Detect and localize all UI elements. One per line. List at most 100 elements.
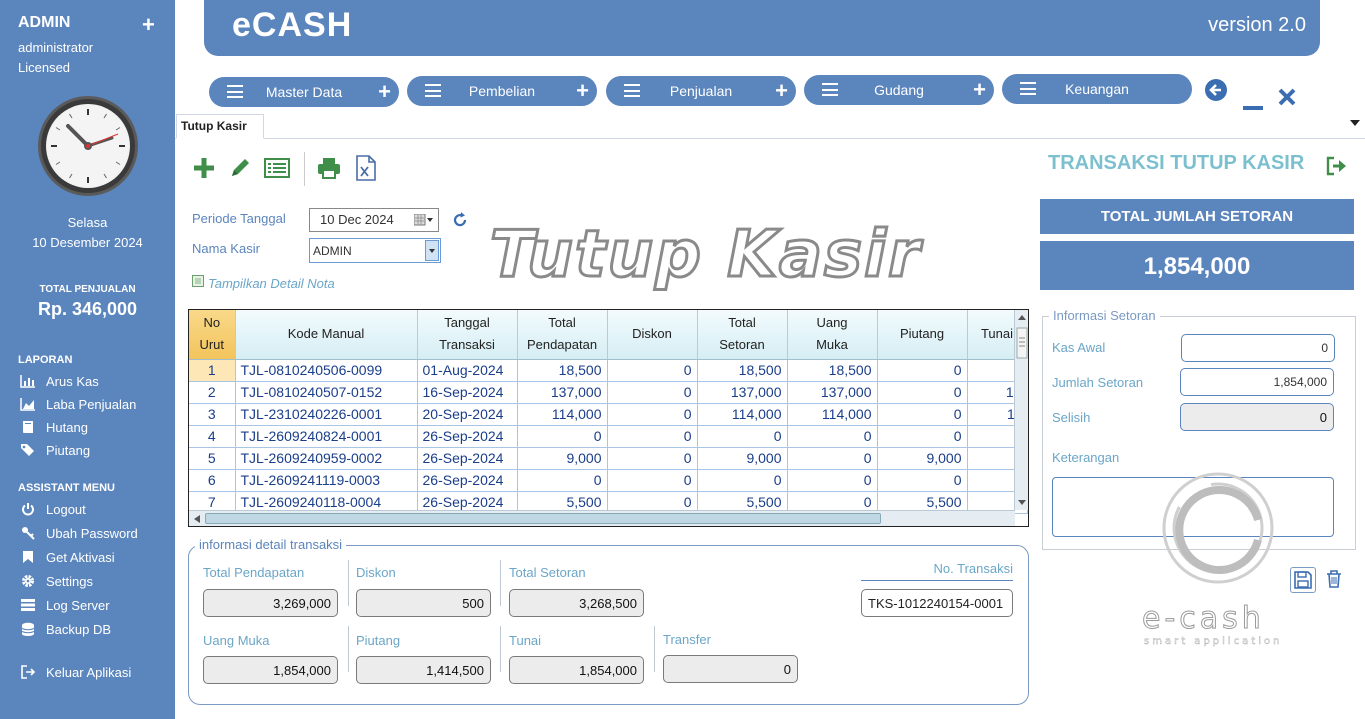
divider xyxy=(348,560,349,606)
piutang-label: Piutang xyxy=(356,633,401,648)
nav-gudang[interactable]: Gudang + xyxy=(804,75,994,105)
table-cell: 01-Aug-2024 xyxy=(417,359,518,382)
tampilkan-detail-checkbox[interactable]: Tampilkan Detail Nota xyxy=(192,274,335,292)
uang-muka-field[interactable]: 1,854,000 xyxy=(203,656,338,684)
table-row[interactable]: 6 TJL-2609241119-0003 26-Sep-2024 0 0 0 0 0 xyxy=(189,469,1028,492)
clock-icon xyxy=(38,96,138,196)
selisih-field[interactable]: 0 xyxy=(1180,403,1334,431)
total-pendapatan-field[interactable]: 3,269,000 xyxy=(203,589,338,617)
grid-vertical-scrollbar[interactable] xyxy=(1014,310,1028,510)
table-cell: 0 xyxy=(517,425,608,448)
menu-keluar-aplikasi[interactable]: Keluar Aplikasi xyxy=(20,663,131,681)
table-cell: 0 xyxy=(607,359,698,382)
exit-form-icon[interactable] xyxy=(1326,156,1348,181)
table-cell: TJL-2609240824-0001 xyxy=(235,425,418,448)
expand-plus-icon[interactable]: + xyxy=(142,12,155,38)
total-setoran-heading: TOTAL JUMLAH SETORAN xyxy=(1040,199,1354,234)
menu-piutang[interactable]: Piutang xyxy=(20,441,90,459)
table-cell: 18,500 xyxy=(697,359,788,382)
add-icon[interactable] xyxy=(190,154,218,182)
transfer-field[interactable]: 0 xyxy=(663,655,798,683)
kasir-select[interactable]: ADMIN xyxy=(309,238,441,263)
calendar-dropdown-icon[interactable] xyxy=(413,213,434,229)
menu-logout[interactable]: Logout xyxy=(20,500,86,518)
edit-pencil-icon[interactable] xyxy=(226,154,254,182)
piutang-field[interactable]: 1,414,500 xyxy=(356,656,491,684)
grid-horizontal-scrollbar[interactable] xyxy=(189,510,1015,526)
table-cell: 137,000 xyxy=(697,381,788,404)
transaksi-grid[interactable]: No Urut Kode Manual Tanggal Transaksi Total Pe… xyxy=(188,309,1029,527)
column-header[interactable]: Kode Manual xyxy=(235,310,418,360)
column-header[interactable]: No Urut xyxy=(189,310,236,360)
kasir-value: ADMIN xyxy=(313,244,352,258)
menu-laba-penjualan[interactable]: Laba Penjualan xyxy=(20,395,136,413)
nav-keuangan[interactable]: Keuangan xyxy=(1002,74,1192,104)
column-header[interactable]: Total Setoran xyxy=(697,310,788,360)
tab-tutup-kasir[interactable]: Tutup Kasir xyxy=(176,114,264,139)
column-header-label: Diskon xyxy=(632,326,672,342)
chevron-down-icon[interactable] xyxy=(425,240,439,261)
total-setoran-field[interactable]: 3,268,500 xyxy=(509,589,644,617)
nav-penjualan[interactable]: Penjualan + xyxy=(606,76,796,106)
column-header[interactable]: Uang Muka xyxy=(787,310,878,360)
excel-export-icon[interactable] xyxy=(352,154,380,182)
menu-settings[interactable]: Settings xyxy=(20,572,93,590)
no-transaksi-field[interactable]: TKS-1012240154-0001 xyxy=(861,589,1013,617)
column-header[interactable]: Tanggal Transaksi xyxy=(417,310,518,360)
column-header[interactable]: Total Pendapatan xyxy=(517,310,608,360)
column-header-label: Total xyxy=(548,315,576,331)
minimize-icon[interactable] xyxy=(1243,88,1263,119)
menu-log-server[interactable]: Log Server xyxy=(20,596,110,614)
list-icon xyxy=(20,598,36,612)
scrollbar-thumb[interactable] xyxy=(205,513,881,524)
periode-label: Periode Tanggal xyxy=(192,211,286,226)
back-arrow-icon[interactable] xyxy=(1204,78,1228,109)
periode-date-picker[interactable]: 10 Dec 2024 xyxy=(309,208,439,232)
toolbar-separator xyxy=(304,152,305,186)
table-cell: 20-Sep-2024 xyxy=(417,403,518,426)
table-cell: 16-Sep-2024 xyxy=(417,381,518,404)
divider xyxy=(348,626,349,672)
kas-awal-label: Kas Awal xyxy=(1052,340,1106,355)
table-cell: 137,000 xyxy=(787,381,878,404)
menu-get-aktivasi[interactable]: Get Aktivasi xyxy=(20,548,115,566)
detail-legend: informasi detail transaksi xyxy=(195,537,347,552)
jumlah-setoran-field[interactable]: 1,854,000 xyxy=(1180,368,1334,396)
table-cell: 0 xyxy=(787,447,878,470)
menu-hutang[interactable]: Hutang xyxy=(20,418,88,436)
save-icon[interactable] xyxy=(1290,567,1316,593)
table-row[interactable]: 1 TJL-0810240506-0099 01-Aug-2024 18,500 0 18… xyxy=(189,359,1028,382)
trash-icon[interactable] xyxy=(1326,570,1342,593)
gear-icon xyxy=(20,574,36,588)
menu-backup-db[interactable]: Backup DB xyxy=(20,620,111,638)
table-row[interactable]: 4 TJL-2609240824-0001 26-Sep-2024 0 0 0 0 0 xyxy=(189,425,1028,448)
table-cell: TJL-2609241119-0003 xyxy=(235,469,418,492)
print-icon[interactable] xyxy=(315,154,343,182)
column-header[interactable]: Piutang xyxy=(877,310,968,360)
table-row[interactable]: 5 TJL-2609240959-0002 26-Sep-2024 9,000 0 9,0… xyxy=(189,447,1028,470)
menu-label: Backup DB xyxy=(46,621,112,637)
tab-dropdown-icon[interactable] xyxy=(1350,120,1360,126)
table-cell: 114,000 xyxy=(787,403,878,426)
menu-arus-kas[interactable]: Arus Kas xyxy=(20,372,99,390)
table-cell: 1 xyxy=(189,359,236,382)
tunai-field[interactable]: 1,854,000 xyxy=(509,656,644,684)
table-cell: TJL-0810240507-0152 xyxy=(235,381,418,404)
diskon-field[interactable]: 500 xyxy=(356,589,491,617)
refresh-icon[interactable] xyxy=(451,211,469,234)
tab-strip-line xyxy=(175,138,1365,139)
column-header[interactable]: Diskon xyxy=(607,310,698,360)
kas-awal-field[interactable]: 0 xyxy=(1181,334,1335,362)
table-cell: 9,000 xyxy=(697,447,788,470)
table-row[interactable]: 2 TJL-0810240507-0152 16-Sep-2024 137,000 0 1… xyxy=(189,381,1028,404)
close-icon[interactable] xyxy=(1278,82,1296,113)
list-view-icon[interactable] xyxy=(262,154,292,182)
table-cell: TJL-0810240506-0099 xyxy=(235,359,418,382)
table-row[interactable]: 3 TJL-2310240226-0001 20-Sep-2024 114,000 0 1… xyxy=(189,403,1028,426)
nav-pembelian[interactable]: Pembelian + xyxy=(407,76,597,106)
nav-master-data[interactable]: Master Data + xyxy=(209,77,399,107)
table-cell: 0 xyxy=(877,359,968,382)
menu-ubah-password[interactable]: Ubah Password xyxy=(20,524,138,542)
table-cell: TJL-2310240226-0001 xyxy=(235,403,418,426)
app-name: eCASH xyxy=(232,6,353,44)
